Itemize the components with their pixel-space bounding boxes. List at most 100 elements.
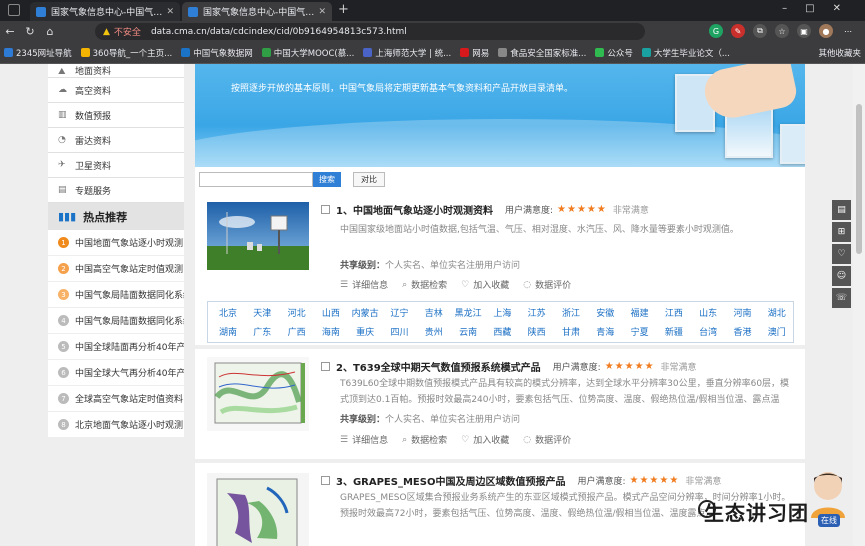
details-link[interactable]: ☰ 详细信息 [340,433,388,447]
collections-icon[interactable]: ▣ [797,24,811,38]
region-link[interactable]: 甘肃 [554,325,588,338]
compare-button[interactable]: 对比 [353,172,385,187]
other-favorites-folder[interactable]: 其他收藏夹 [818,47,861,59]
region-link[interactable]: 北京 [211,306,245,319]
pdf-extension-icon[interactable]: ✎ [731,24,745,38]
region-link[interactable]: 海南 [314,325,348,338]
sidebar-item[interactable]: ⛰ 地面资料 [48,64,184,78]
hot-recommend-item[interactable]: 7 全球高空气象站定时值资料 [48,386,184,412]
select-checkbox[interactable] [321,476,330,485]
region-link[interactable]: 湖北 [760,306,794,319]
grammar-extension-icon[interactable]: G [709,24,723,38]
region-link[interactable]: 宁夏 [623,325,657,338]
region-link[interactable]: 重庆 [348,325,382,338]
hot-recommend-item[interactable]: 8 北京地面气象站逐小时观测 [48,412,184,438]
select-checkbox[interactable] [321,362,330,371]
sidebar-item[interactable]: ◔ 雷达资料 [48,128,184,153]
browser-tab-1[interactable]: 国家气象信息中心-中国气象数据网 ✕ [30,2,180,21]
bookmark-item[interactable]: 360导航_一个主页... [80,47,172,59]
customer-service-avatar[interactable] [805,466,851,518]
extensions-icon[interactable]: ⧉ [753,24,767,38]
heart-icon[interactable]: ♡ [832,244,851,264]
search-input[interactable] [199,172,313,187]
bookmark-item[interactable]: 网易 [460,47,489,59]
search-data-link[interactable]: ⌕ 数据检索 [402,433,447,447]
hot-recommend-item[interactable]: 6 中国全球大气再分析40年产品 [48,360,184,386]
new-tab-icon[interactable]: + [338,2,349,17]
document-icon[interactable]: ▤ [832,200,851,220]
home-icon[interactable]: ⌂ [40,25,60,38]
browser-tab-2[interactable]: 国家气象信息中心-中国气象数据网 ✕ [182,2,332,21]
region-link[interactable]: 山东 [691,306,725,319]
region-link[interactable]: 安徽 [588,306,622,319]
evaluate-link[interactable]: ◌ 数据评价 [523,433,571,447]
online-chat-badge[interactable]: 在线 [818,514,840,527]
region-link[interactable]: 江苏 [520,306,554,319]
url-bar[interactable]: ▲ 不安全 data.cma.cn/data/cdcindex/cid/0b91… [95,23,645,40]
region-link[interactable]: 福建 [623,306,657,319]
bookmark-item[interactable]: 中国大学MOOC(慕... [261,47,354,59]
search-button[interactable]: 搜索 [313,172,341,187]
bookmark-item[interactable]: 中国气象数据网 [181,47,253,59]
scrollbar-thumb[interactable] [856,104,862,254]
region-link[interactable]: 台湾 [691,325,725,338]
more-icon[interactable]: ⋯ [841,24,855,38]
dataset-title[interactable]: 2、T639全球中期天气数值预报系统模式产品 [336,359,541,374]
favorites-icon[interactable]: ☆ [775,24,789,38]
support-icon[interactable]: ☏ [832,288,851,308]
dataset-title[interactable]: 3、GRAPES_MESO中国及周边区域数值预报产品 [336,473,565,488]
search-data-link[interactable]: ⌕ 数据检索 [402,278,447,292]
bookmark-item[interactable]: 2345网址导航 [4,47,72,59]
region-link[interactable]: 天津 [245,306,279,319]
sidebar-item[interactable]: ▤ 专题服务 [48,178,184,203]
region-link[interactable]: 广西 [280,325,314,338]
user-icon[interactable]: ☺ [832,266,851,286]
close-tab-icon[interactable]: ✕ [166,7,174,17]
region-link[interactable]: 黑龙江 [451,306,485,319]
bookmark-item[interactable]: 食品安全国家标准... [498,47,586,59]
region-link[interactable]: 陕西 [520,325,554,338]
region-link[interactable]: 河南 [726,306,760,319]
region-link[interactable]: 辽宁 [383,306,417,319]
workspace-icon[interactable] [8,4,20,16]
sidebar-item[interactable]: ✈ 卫星资料 [48,153,184,178]
bookmark-item[interactable]: 上海师范大学 | 统... [363,47,451,59]
region-link[interactable]: 内蒙古 [348,306,382,319]
sidebar-item[interactable]: ▥ 数值预报 [48,103,184,128]
region-link[interactable]: 山西 [314,306,348,319]
window-controls[interactable]: –□✕ [782,3,859,14]
hot-recommend-item[interactable]: 3 中国气象局陆面数据同化系统 [48,282,184,308]
favorite-link[interactable]: ♡ 加入收藏 [461,433,509,447]
region-link[interactable]: 河北 [280,306,314,319]
region-link[interactable]: 新疆 [657,325,691,338]
region-link[interactable]: 江西 [657,306,691,319]
region-link[interactable]: 广东 [245,325,279,338]
favorite-link[interactable]: ♡ 加入收藏 [461,278,509,292]
details-link[interactable]: ☰ 详细信息 [340,278,388,292]
bookmark-item[interactable]: 大学生毕业论文（... [641,47,730,59]
profile-avatar[interactable]: ● [819,24,833,38]
region-link[interactable]: 香港 [726,325,760,338]
dataset-title[interactable]: 1、中国地面气象站逐小时观测资料 [336,202,493,217]
select-checkbox[interactable] [321,205,330,214]
region-link[interactable]: 西藏 [485,325,519,338]
back-icon[interactable]: ← [0,25,20,38]
cart-icon[interactable]: ⊞ [832,222,851,242]
security-status[interactable]: 不安全 [114,25,141,38]
region-link[interactable]: 四川 [383,325,417,338]
bookmark-item[interactable]: 公众号 [595,47,633,59]
region-link[interactable]: 上海 [485,306,519,319]
sidebar-item[interactable]: ☁ 高空资料 [48,78,184,103]
region-link[interactable]: 贵州 [417,325,451,338]
region-link[interactable]: 浙江 [554,306,588,319]
region-link[interactable]: 澳门 [760,325,794,338]
close-tab-icon[interactable]: ✕ [318,7,326,17]
evaluate-link[interactable]: ◌ 数据评价 [523,278,571,292]
hot-recommend-item[interactable]: 1 中国地面气象站逐小时观测 [48,230,184,256]
page-scrollbar[interactable] [853,64,865,546]
reload-icon[interactable]: ↻ [20,25,40,38]
hot-recommend-item[interactable]: 2 中国高空气象站定时值观测 [48,256,184,282]
region-link[interactable]: 云南 [451,325,485,338]
region-link[interactable]: 湖南 [211,325,245,338]
region-link[interactable]: 青海 [588,325,622,338]
